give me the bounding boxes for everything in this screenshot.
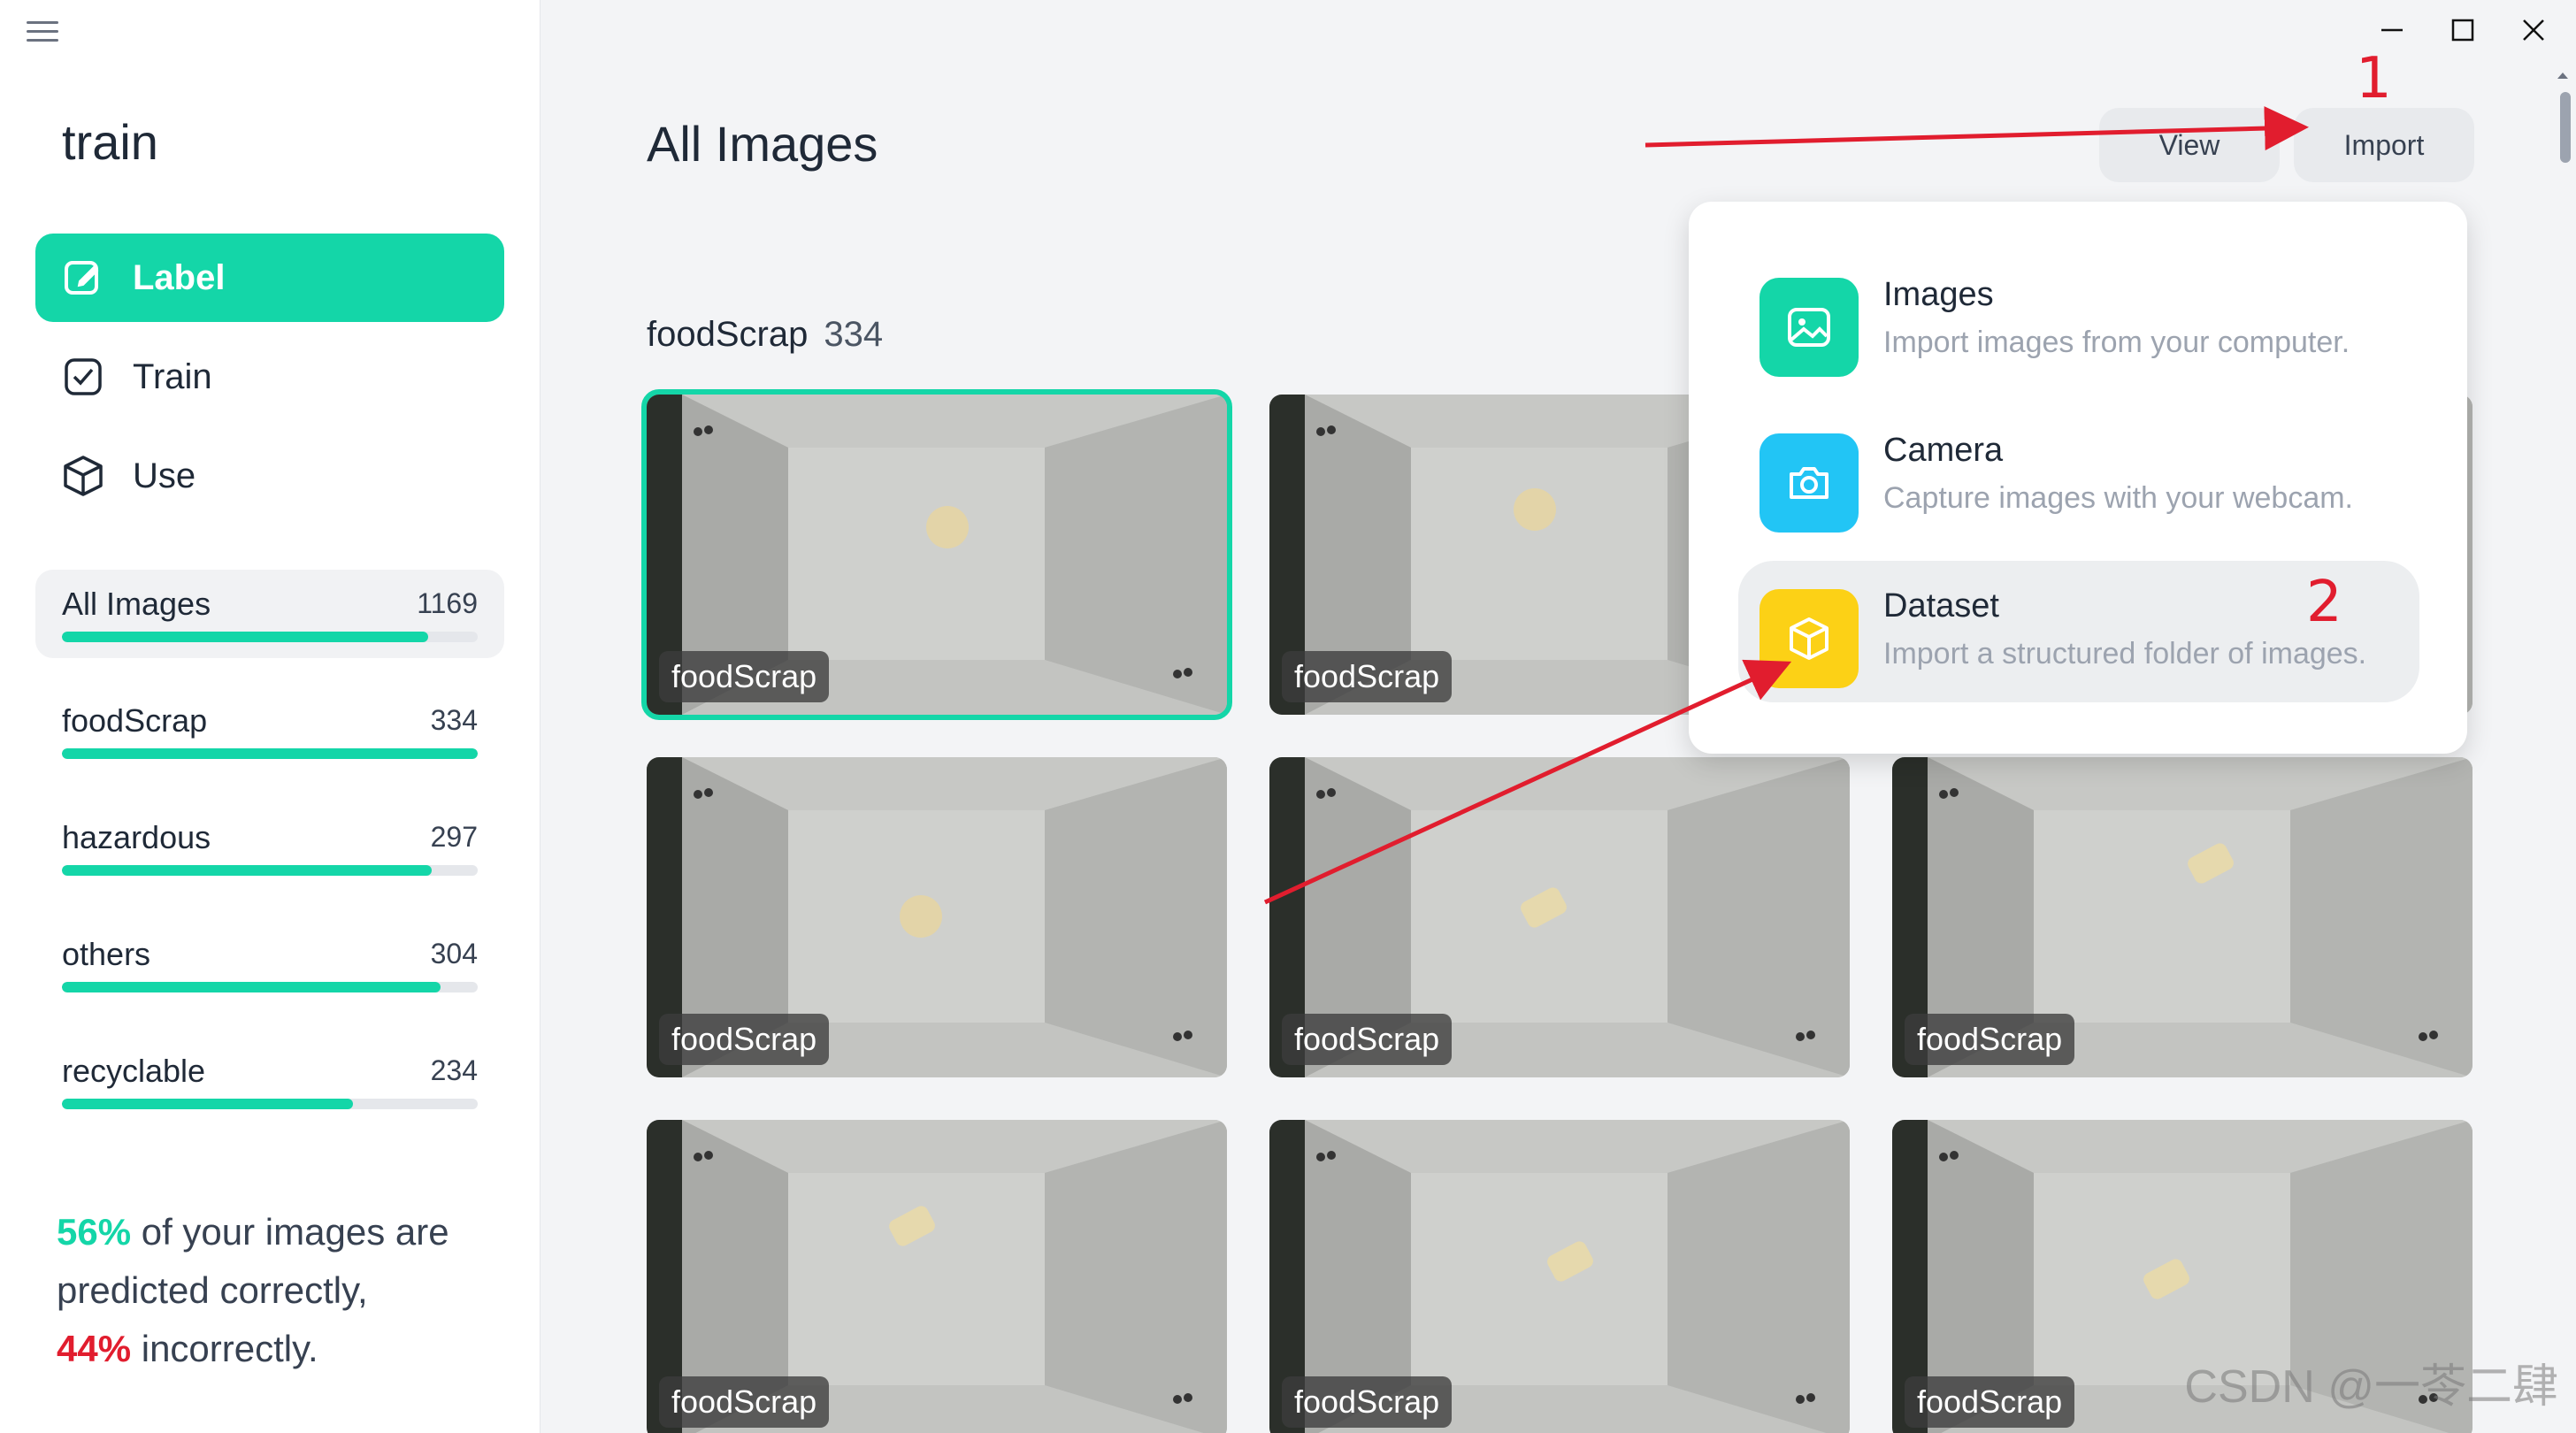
menu-icon[interactable] bbox=[27, 21, 58, 44]
view-button[interactable]: View bbox=[2099, 108, 2280, 182]
filter-count: 297 bbox=[430, 821, 478, 853]
page-title: All Images bbox=[647, 116, 878, 172]
summary-line2: predicted correctly, bbox=[57, 1269, 368, 1311]
option-title: Dataset bbox=[1883, 587, 1999, 625]
image-icon bbox=[1760, 278, 1859, 377]
nav-label[interactable]: Label bbox=[35, 234, 504, 322]
group-name: foodScrap bbox=[647, 315, 809, 354]
filter-progress bbox=[62, 748, 478, 759]
watermark: CSDN @一苓二肆 bbox=[2184, 1361, 2558, 1413]
correct-percent: 56% bbox=[57, 1211, 132, 1253]
accuracy-summary: 56% of your images are predicted correct… bbox=[57, 1203, 517, 1378]
main-panel: All Images View Import foodScrap 334 food… bbox=[540, 0, 2576, 1433]
filter-progress bbox=[62, 1099, 478, 1109]
filter-count: 234 bbox=[430, 1054, 478, 1086]
filter-name: others bbox=[62, 936, 151, 972]
scrollbar[interactable] bbox=[2549, 62, 2576, 1424]
option-description: Capture images with your webcam. bbox=[1883, 481, 2354, 515]
option-description: Import images from your computer. bbox=[1883, 326, 2350, 359]
nav-use-text: Use bbox=[133, 456, 196, 495]
image-card[interactable]: foodScrap bbox=[647, 757, 1227, 1077]
camera-icon bbox=[1760, 433, 1859, 533]
image-label: foodScrap bbox=[1905, 1014, 2075, 1065]
filter-foodscrap[interactable]: foodScrap 334 bbox=[35, 686, 504, 775]
annotation-step-1: 1 bbox=[2356, 46, 2392, 111]
maximize-icon[interactable] bbox=[2441, 12, 2485, 48]
import-camera-option[interactable]: Camera Capture images with your webcam. bbox=[1738, 405, 2419, 547]
filter-others[interactable]: others 304 bbox=[35, 920, 504, 1008]
cube-icon bbox=[58, 451, 108, 501]
group-title: foodScrap 334 bbox=[647, 315, 883, 355]
group-count: 334 bbox=[824, 315, 884, 354]
nav-use[interactable]: Use bbox=[35, 432, 504, 520]
image-label: foodScrap bbox=[659, 651, 830, 702]
sidebar: train Label Train Use All Images 1169 fo… bbox=[0, 0, 540, 1433]
annotation-step-2: 2 bbox=[2306, 570, 2342, 635]
filter-name: hazardous bbox=[62, 819, 211, 855]
summary-line1: of your images are bbox=[131, 1211, 449, 1253]
filter-name: foodScrap bbox=[62, 702, 208, 739]
summary-line3: incorrectly. bbox=[131, 1328, 318, 1369]
image-card[interactable]: foodScrap bbox=[1269, 1120, 1850, 1433]
image-label: foodScrap bbox=[1905, 1376, 2075, 1428]
image-label: foodScrap bbox=[659, 1376, 830, 1428]
image-label: foodScrap bbox=[1282, 651, 1453, 702]
image-label: foodScrap bbox=[1282, 1014, 1453, 1065]
filter-progress bbox=[62, 632, 478, 642]
option-description: Import a structured folder of images. bbox=[1883, 637, 2367, 671]
filter-progress bbox=[62, 982, 478, 992]
filter-progress bbox=[62, 865, 478, 876]
option-title: Camera bbox=[1883, 432, 2004, 469]
filter-all-images[interactable]: All Images 1169 bbox=[35, 570, 504, 658]
image-label: foodScrap bbox=[1282, 1376, 1453, 1428]
checkbox-icon bbox=[58, 352, 108, 402]
image-card[interactable]: foodScrap bbox=[647, 1120, 1227, 1433]
edit-icon bbox=[58, 253, 108, 303]
import-menu: Images Import images from your computer.… bbox=[1689, 202, 2467, 754]
filter-name: recyclable bbox=[62, 1053, 206, 1089]
filter-count: 334 bbox=[430, 704, 478, 736]
close-icon[interactable] bbox=[2511, 12, 2556, 48]
image-label: foodScrap bbox=[659, 1014, 830, 1065]
filter-count: 304 bbox=[430, 938, 478, 969]
app-window: train Label Train Use All Images 1169 fo… bbox=[0, 0, 2576, 1433]
filter-recyclable[interactable]: recyclable 234 bbox=[35, 1037, 504, 1125]
nav-label-text: Label bbox=[133, 257, 226, 297]
import-button[interactable]: Import bbox=[2294, 108, 2474, 182]
project-title: train bbox=[62, 114, 158, 170]
filter-name: All Images bbox=[62, 586, 211, 622]
dataset-cube-icon bbox=[1760, 589, 1859, 688]
image-card[interactable]: foodScrap bbox=[1892, 757, 2472, 1077]
import-images-option[interactable]: Images Import images from your computer. bbox=[1738, 249, 2419, 391]
option-title: Images bbox=[1883, 276, 1994, 313]
nav-train-text: Train bbox=[133, 356, 212, 396]
image-card[interactable]: foodScrap bbox=[641, 389, 1232, 720]
incorrect-percent: 44% bbox=[57, 1328, 132, 1369]
minimize-icon[interactable] bbox=[2370, 12, 2414, 48]
nav-train[interactable]: Train bbox=[35, 333, 504, 421]
filter-count: 1169 bbox=[417, 587, 478, 619]
filter-hazardous[interactable]: hazardous 297 bbox=[35, 803, 504, 892]
image-card[interactable]: foodScrap bbox=[1269, 757, 1850, 1077]
